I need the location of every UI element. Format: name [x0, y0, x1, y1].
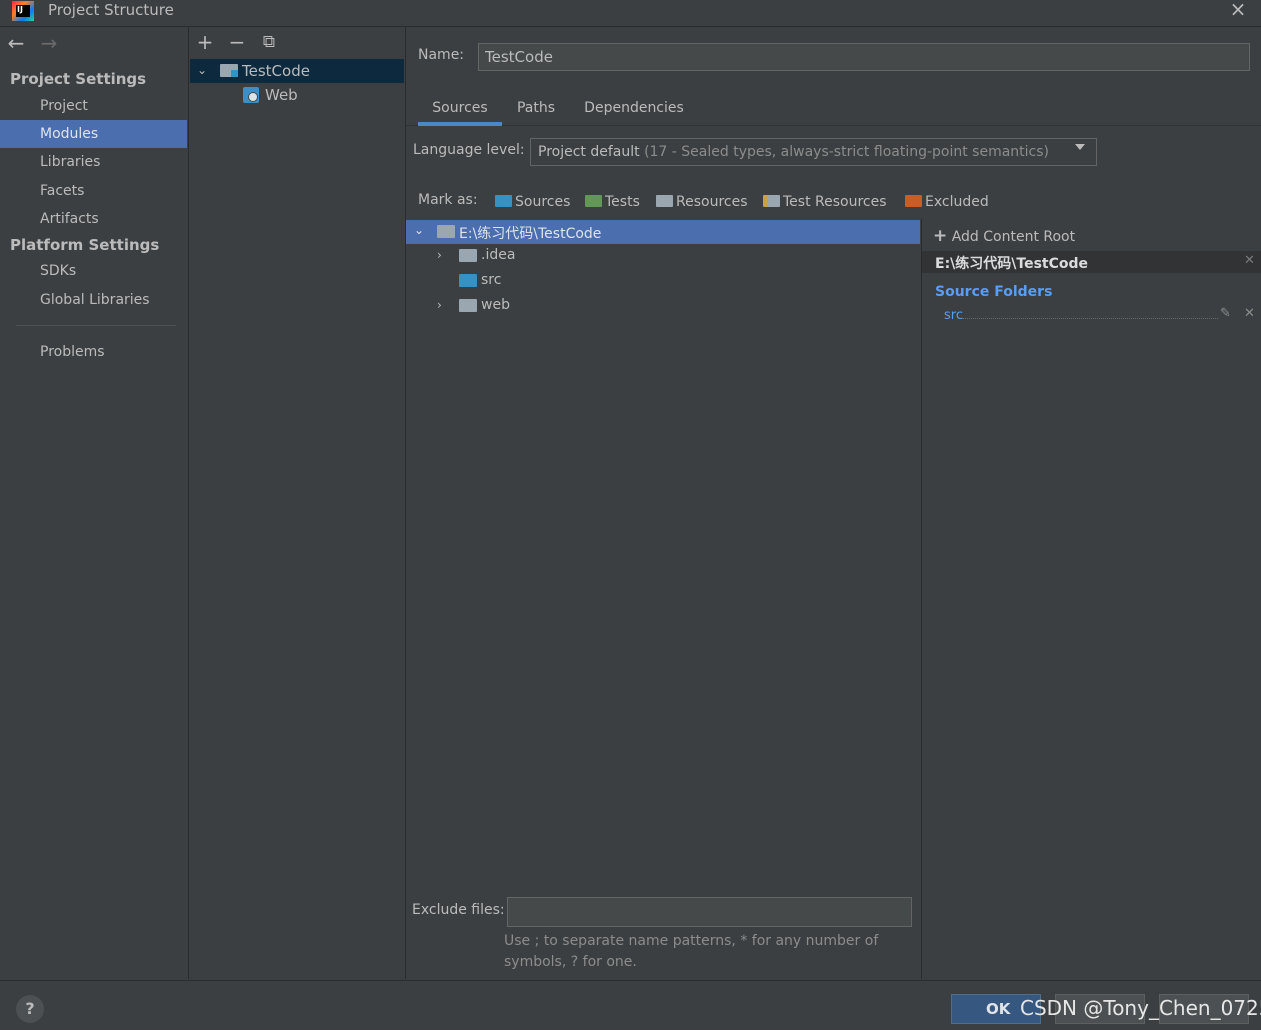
exclude-files-input[interactable]: [507, 897, 912, 927]
folder-icon: [437, 225, 455, 238]
language-level-select[interactable]: Project default (17 - Sealed types, alwa…: [530, 138, 1097, 166]
mark-sources-button[interactable]: Sources: [495, 192, 570, 214]
platform-settings-heading: Platform Settings: [10, 236, 160, 254]
sidebar-item-libraries[interactable]: Libraries: [0, 148, 187, 176]
remove-source-folder-icon[interactable]: ✕: [1244, 306, 1255, 321]
tab-paths[interactable]: Paths: [508, 96, 564, 126]
module-tree-pane: [189, 27, 406, 979]
sidebar-item-modules[interactable]: Modules: [0, 120, 187, 148]
language-level-value: Project default: [538, 144, 640, 160]
window-title: Project Structure: [48, 1, 174, 19]
tests-folder-icon: [585, 195, 602, 207]
help-button[interactable]: ?: [16, 995, 44, 1023]
sidebar-divider: [16, 325, 176, 326]
source-folder-icon: [459, 274, 477, 287]
sidebar-item-global-libraries[interactable]: Global Libraries: [0, 286, 187, 314]
name-label: Name:: [418, 47, 465, 63]
language-level-detail: (17 - Sealed types, always-strict floati…: [644, 144, 1050, 160]
active-tab-indicator: [418, 122, 502, 126]
chevron-right-icon[interactable]: ›: [437, 248, 442, 262]
sidebar-item-problems[interactable]: Problems: [0, 338, 187, 366]
chevron-down-icon[interactable]: [1075, 144, 1085, 150]
remove-content-root-icon[interactable]: ✕: [1244, 253, 1255, 268]
chevron-down-icon[interactable]: ⌄: [197, 63, 207, 77]
sidebar-item-facets[interactable]: Facets: [0, 177, 187, 205]
forward-arrow-icon[interactable]: →: [37, 33, 61, 53]
sidebar-item-project[interactable]: Project: [0, 92, 187, 120]
project-settings-heading: Project Settings: [10, 70, 147, 88]
module-name-input[interactable]: [478, 43, 1250, 71]
folder-icon: [459, 249, 477, 262]
add-icon[interactable]: +: [194, 31, 216, 53]
intellij-logo-icon: IJ: [12, 1, 34, 21]
tree-item-web[interactable]: web: [481, 297, 510, 313]
exclude-files-label: Exclude files:: [412, 902, 505, 918]
language-level-label: Language level:: [413, 142, 525, 158]
back-arrow-icon[interactable]: ←: [4, 33, 28, 53]
content-root-header-path: E:\练习代码\TestCode: [935, 256, 1089, 272]
exclude-files-hint: Use ; to separate name patterns, * for a…: [504, 933, 879, 970]
content-root-path: E:\练习代码\TestCode: [459, 226, 602, 242]
chevron-down-icon[interactable]: ⌄: [414, 223, 424, 237]
mark-tests-button[interactable]: Tests: [585, 192, 640, 214]
tree-item-idea[interactable]: .idea: [481, 247, 515, 263]
excluded-folder-icon: [905, 195, 922, 207]
tree-item-src[interactable]: src: [481, 272, 501, 288]
folder-icon: [459, 299, 477, 312]
remove-icon[interactable]: −: [226, 31, 248, 53]
mark-excluded-button[interactable]: Excluded: [905, 192, 989, 214]
module-folder-icon: [220, 64, 238, 77]
edit-pencil-icon[interactable]: ✎: [1220, 306, 1231, 321]
close-icon[interactable]: ×: [1226, 0, 1250, 22]
tab-dependencies[interactable]: Dependencies: [576, 96, 692, 126]
source-folder-entry[interactable]: src: [944, 308, 963, 323]
mark-as-label: Mark as:: [418, 192, 478, 208]
watermark-text: CSDN @Tony_Chen_0725: [1020, 996, 1261, 1020]
resources-folder-icon: [656, 195, 673, 207]
plus-icon: +: [933, 226, 948, 246]
title-bar: [0, 0, 1261, 27]
content-root-tree: [406, 219, 922, 979]
add-content-root-button[interactable]: + Add Content Root: [933, 226, 1075, 246]
chevron-right-icon[interactable]: ›: [437, 298, 442, 312]
mark-resources-button[interactable]: Resources: [656, 192, 748, 214]
source-folders-heading: Source Folders: [935, 284, 1053, 300]
copy-icon[interactable]: ⧉: [258, 31, 280, 53]
tab-divider: [406, 125, 1261, 126]
facet-name[interactable]: Web: [265, 86, 298, 104]
module-name: TestCode: [242, 62, 310, 80]
web-facet-icon: [243, 87, 259, 103]
sidebar-item-artifacts[interactable]: Artifacts: [0, 205, 187, 233]
sidebar-item-sdks[interactable]: SDKs: [0, 257, 187, 285]
test-resources-folder-icon: [763, 195, 780, 207]
mark-test-resources-button[interactable]: Test Resources: [763, 192, 887, 214]
dotted-leader: [962, 318, 1218, 319]
sources-folder-icon: [495, 195, 512, 207]
